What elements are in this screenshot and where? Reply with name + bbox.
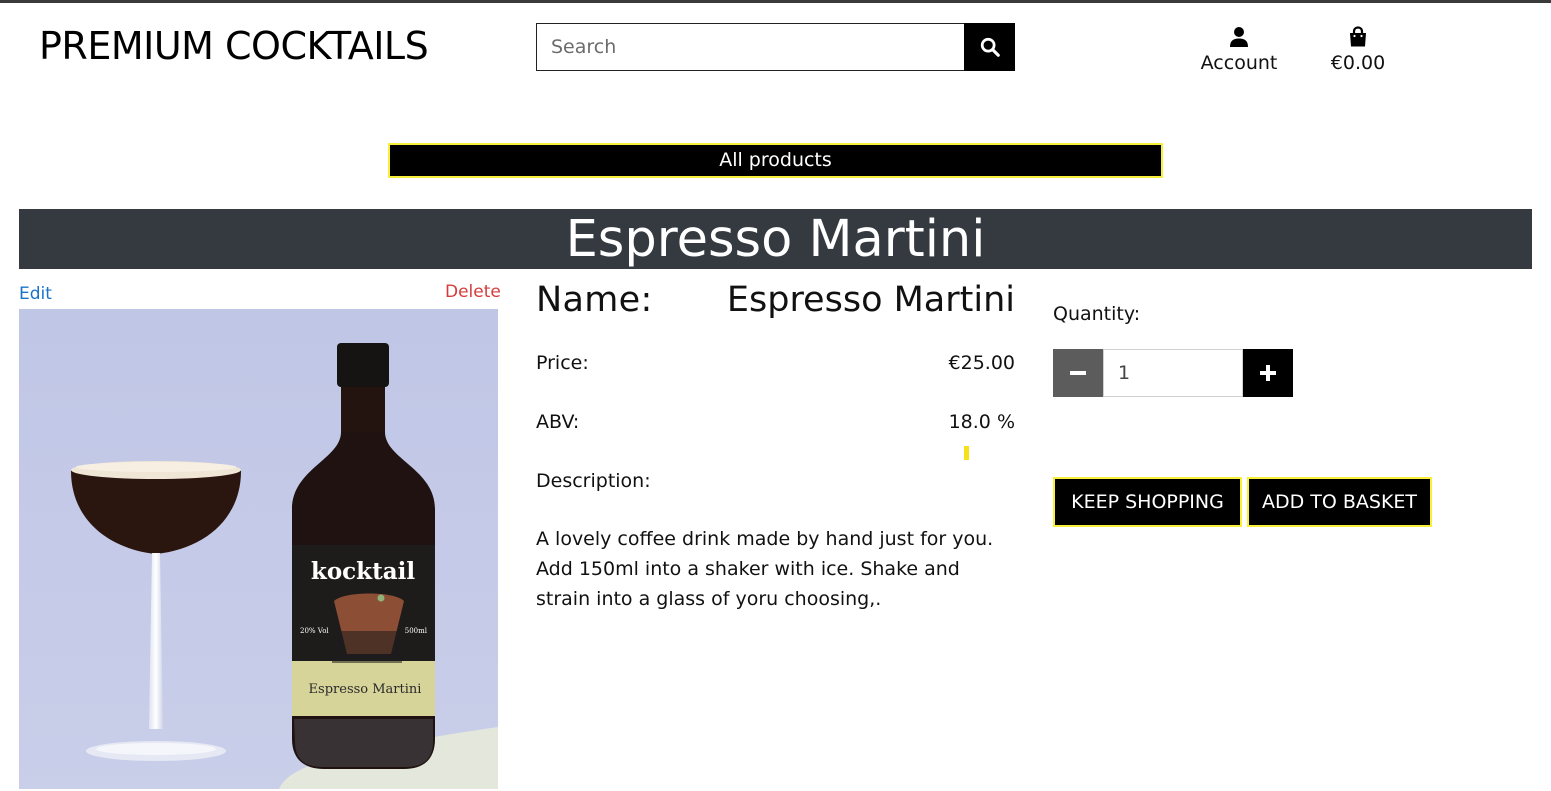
search-form bbox=[536, 23, 1015, 71]
name-value: Espresso Martini bbox=[726, 280, 1015, 320]
all-products-button[interactable]: All products bbox=[388, 143, 1163, 178]
user-icon bbox=[1230, 27, 1248, 47]
price-label: Price: bbox=[536, 352, 589, 374]
abv-label: ABV: bbox=[536, 411, 580, 433]
bottle-brand-text: kocktail bbox=[311, 558, 415, 585]
abv-value: 18.0 % bbox=[948, 411, 1015, 433]
bottle-volume-text: 500ml bbox=[405, 627, 428, 635]
name-label: Name: bbox=[536, 280, 653, 320]
keep-shopping-button[interactable]: KEEP SHOPPING bbox=[1053, 477, 1242, 527]
search-input[interactable] bbox=[536, 23, 964, 71]
bottle-abv-text: 20% Vol bbox=[300, 627, 329, 635]
basket-total: €0.00 bbox=[1330, 52, 1386, 74]
price-value: €25.00 bbox=[948, 352, 1015, 374]
product-image: kocktail 20% Vol 500ml Espresso Martini bbox=[19, 309, 498, 789]
delete-link[interactable]: Delete bbox=[445, 282, 501, 302]
account-label: Account bbox=[1200, 52, 1278, 74]
product-details: Name: Espresso Martini Price: €25.00 ABV… bbox=[536, 280, 1015, 614]
plus-icon bbox=[1260, 365, 1276, 381]
abv-marker bbox=[964, 446, 969, 460]
search-button[interactable] bbox=[964, 23, 1015, 71]
minus-icon bbox=[1070, 371, 1086, 375]
increment-button[interactable] bbox=[1243, 349, 1293, 397]
price-row: Price: €25.00 bbox=[536, 352, 1015, 374]
product-photo: kocktail 20% Vol 500ml Espresso Martini bbox=[19, 309, 498, 789]
description-text: A lovely coffee drink made by hand just … bbox=[536, 528, 994, 610]
quantity-stepper bbox=[1053, 349, 1293, 397]
add-to-basket-button[interactable]: ADD TO BASKET bbox=[1247, 477, 1432, 527]
description-label: Description: bbox=[536, 470, 651, 492]
edit-link[interactable]: Edit bbox=[19, 284, 52, 304]
abv-row: ABV: 18.0 % bbox=[536, 411, 1015, 433]
page-title: Espresso Martini bbox=[19, 209, 1532, 269]
basket-link[interactable]: €0.00 bbox=[1318, 26, 1398, 74]
quantity-input[interactable] bbox=[1103, 349, 1243, 397]
name-row: Name: Espresso Martini bbox=[536, 280, 1015, 324]
top-border bbox=[0, 0, 1551, 3]
search-icon bbox=[980, 37, 1000, 57]
shopping-bag-icon bbox=[1350, 26, 1366, 47]
quantity-label: Quantity: bbox=[1053, 303, 1141, 325]
bottle-label-text: Espresso Martini bbox=[309, 682, 422, 697]
brand-logo[interactable]: PREMIUM COCKTAILS bbox=[39, 24, 429, 68]
decrement-button[interactable] bbox=[1053, 349, 1103, 397]
account-menu[interactable]: Account bbox=[1195, 26, 1283, 74]
